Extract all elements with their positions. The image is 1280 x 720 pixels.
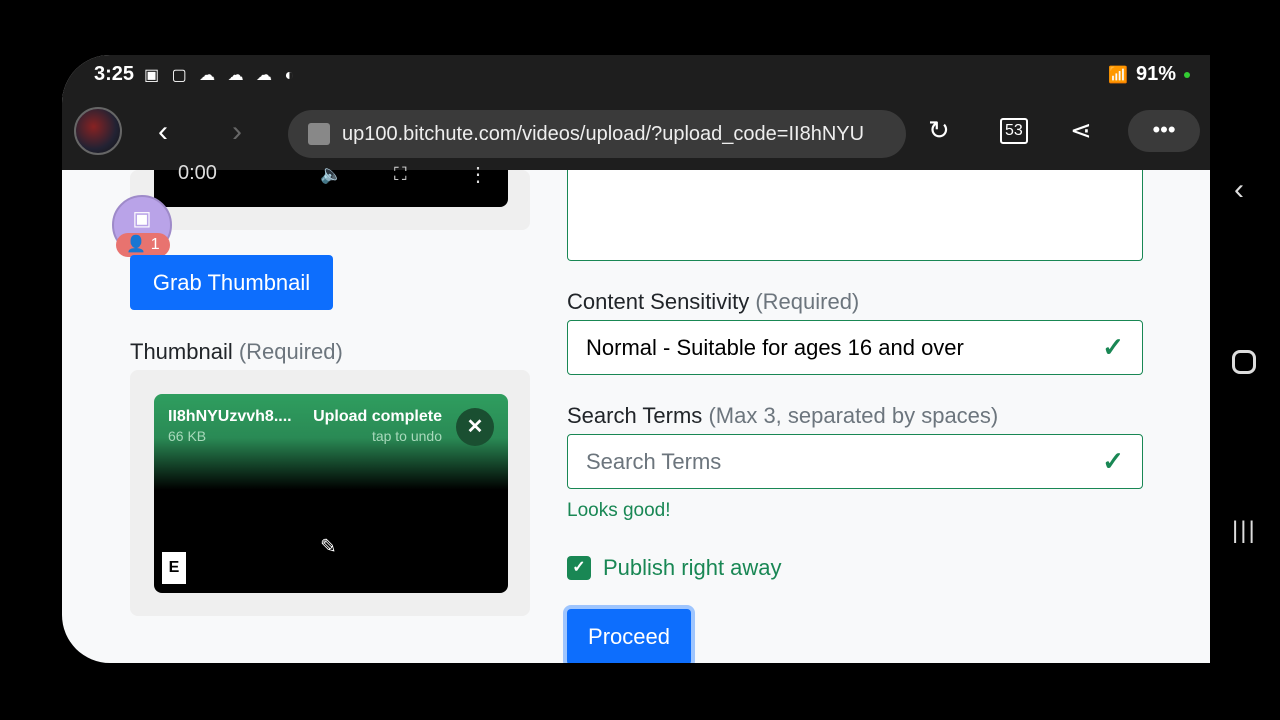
status-right: 📶 91% <box>1108 63 1190 86</box>
phone-screen: 3:25 ▣ ▢ ☁ ☁ ☁ ◐ 📶 91% ‹ › up100.bitchut… <box>62 55 1210 663</box>
video-player[interactable]: 0:00 🔈 ⛶ ⋮ <box>154 162 508 207</box>
viewer-count-badge: 👤 1 <box>116 233 170 257</box>
video-time: 0:00 <box>178 162 217 184</box>
upload-status: Upload complete <box>313 408 442 425</box>
nav-recents-icon[interactable]: ||| <box>1232 517 1257 545</box>
thumbnail-card: II8hNYUzvvh8.... 66 KB Upload complete t… <box>130 370 530 616</box>
publish-checkbox-row[interactable]: ✓ Publish right away <box>567 555 782 581</box>
close-icon[interactable]: ✕ <box>456 408 494 446</box>
reload-icon[interactable]: ↻ <box>928 115 950 146</box>
esrb-rating-icon: E <box>162 552 186 584</box>
proceed-button[interactable]: Proceed <box>567 609 691 663</box>
description-textarea[interactable] <box>567 170 1143 261</box>
thumbnail-label: Thumbnail (Required) <box>130 339 343 364</box>
upload-size: 66 KB <box>168 428 207 444</box>
publish-label: Publish right away <box>603 555 782 580</box>
upload-filename: II8hNYUzvvh8.... <box>168 408 292 425</box>
clock: 3:25 <box>94 63 135 85</box>
tabs-button[interactable]: 53 <box>1000 118 1028 144</box>
undo-hint: tap to undo <box>371 428 442 444</box>
back-button[interactable]: ‹ <box>158 115 168 149</box>
url-text: up100.bitchute.com/videos/upload/?upload… <box>342 122 865 145</box>
forward-button[interactable]: › <box>232 115 242 149</box>
sensitivity-value: Normal - Suitable for ages 16 and over <box>586 334 964 360</box>
nav-home-icon[interactable] <box>1232 350 1256 374</box>
twitch-bubble[interactable]: ▣ 👤 1 <box>112 195 172 257</box>
validation-message: Looks good! <box>567 500 671 521</box>
sensitivity-label: Content Sensitivity (Required) <box>567 289 860 314</box>
share-icon[interactable]: ⋖ <box>1070 115 1092 146</box>
fullscreen-icon[interactable]: ⛶ <box>394 164 407 185</box>
wifi-icon: 📶 <box>1108 66 1128 84</box>
valid-check-icon: ✓ <box>1102 332 1124 362</box>
address-bar[interactable]: up100.bitchute.com/videos/upload/?upload… <box>288 110 906 158</box>
notification-icons: ▣ ▢ ☁ ☁ ☁ ◐ <box>144 67 299 84</box>
edit-pencil-icon[interactable]: ✎ <box>320 534 337 559</box>
battery-level: 91% <box>1135 63 1176 85</box>
sensitivity-select[interactable]: Normal - Suitable for ages 16 and over ✓ <box>567 320 1143 375</box>
browser-toolbar: ‹ › up100.bitchute.com/videos/upload/?up… <box>62 105 1210 170</box>
privacy-dot <box>1184 71 1190 78</box>
more-options-icon[interactable]: ⋮ <box>468 162 488 187</box>
volume-icon[interactable]: 🔈 <box>320 164 342 185</box>
upload-item[interactable]: II8hNYUzvvh8.... 66 KB Upload complete t… <box>154 394 508 593</box>
search-terms-label: Search Terms (Max 3, separated by spaces… <box>567 403 999 428</box>
status-bar: 3:25 ▣ ▢ ☁ ☁ ☁ ◐ 📶 91% <box>62 55 1210 105</box>
valid-check-icon: ✓ <box>1102 446 1124 476</box>
publish-checkbox[interactable]: ✓ <box>567 556 591 580</box>
search-terms-input[interactable]: Search Terms ✓ <box>567 434 1143 489</box>
grab-thumbnail-button[interactable]: Grab Thumbnail <box>130 255 333 310</box>
viewer-count: 1 <box>150 236 160 253</box>
nav-back-icon[interactable]: ‹ <box>1234 173 1244 207</box>
system-nav-bar: ‹ ||| <box>1210 55 1280 663</box>
twitch-icon: ▣ <box>132 208 152 230</box>
profile-avatar[interactable] <box>74 107 122 155</box>
video-card: 0:00 🔈 ⛶ ⋮ <box>130 162 530 230</box>
search-terms-placeholder: Search Terms <box>586 448 722 474</box>
more-menu-button[interactable]: ••• <box>1128 110 1200 152</box>
lock-icon <box>308 123 330 145</box>
